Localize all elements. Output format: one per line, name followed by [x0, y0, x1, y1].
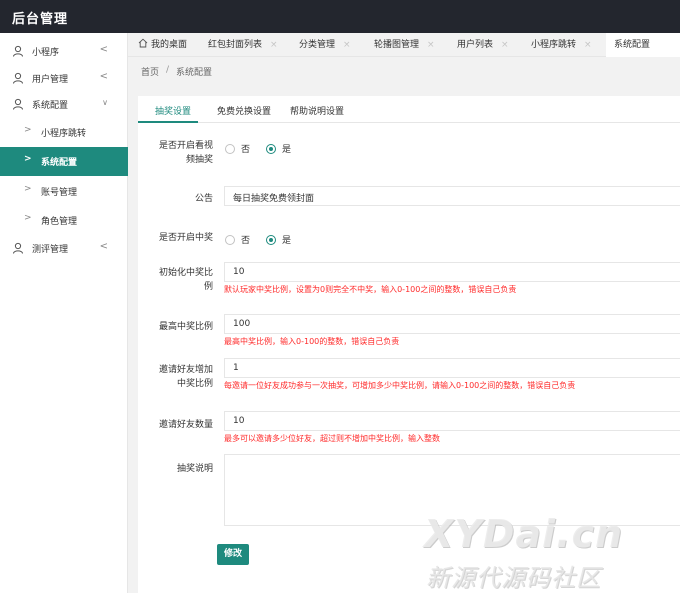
watermark-line2: 新源代源码社区 — [426, 564, 601, 592]
home-icon — [138, 38, 148, 48]
invite-increase-hint: 每邀请一位好友成功参与一次抽奖，可增加多少中奖比例，请输入0-100之间的整数，… — [224, 381, 576, 390]
label-lottery-desc: 抽奖说明 — [176, 464, 213, 474]
subtab-lottery[interactable]: 抽奖设置 — [155, 104, 191, 117]
chevron-down-icon: ∨ — [102, 98, 108, 107]
sidebar-item-label: 测评管理 — [32, 245, 69, 255]
radio-label: 否 — [241, 236, 251, 246]
watermark-line1: XYDai.cn — [424, 512, 624, 556]
sidebar-item-assessment[interactable]: 测评管理 < — [0, 234, 128, 262]
tab-categories[interactable]: 分类管理 × — [299, 33, 369, 57]
breadcrumb-separator: / — [166, 65, 170, 75]
tab-user-list[interactable]: 用户列表 × — [457, 33, 527, 57]
radio-video-lottery-yes[interactable]: 是 — [266, 142, 291, 155]
invite-count-input[interactable]: 10 — [224, 411, 680, 431]
sidebar-subitem-roles[interactable]: > 角色管理 — [0, 206, 128, 234]
label-invite-count: 邀请好友数量 — [158, 420, 213, 430]
tab-label: 小程序跳转 — [531, 40, 577, 50]
init-ratio-hint: 默认玩家中奖比例，设置为0则完全不中奖，输入0-100之间的整数，错误自己负责 — [224, 285, 517, 294]
max-ratio-input[interactable]: 100 — [224, 314, 680, 334]
tab-label: 用户列表 — [457, 40, 494, 50]
sidebar-subitem-system-config[interactable]: > 系统配置 — [0, 147, 128, 176]
max-ratio-hint: 最高中奖比例，输入0-100的整数，错误自己负责 — [224, 337, 400, 346]
tab-redpacket-covers[interactable]: 红包封面列表 × — [208, 33, 296, 57]
invite-count-hint: 最多可以邀请多少位好友，超过则不增加中奖比例，输入整数 — [224, 434, 440, 443]
radio-label: 否 — [241, 145, 251, 155]
chevron-right-icon: > — [24, 154, 32, 164]
chevron-right-icon: > — [24, 184, 32, 194]
chevron-left-icon: < — [99, 71, 108, 82]
subtab-help[interactable]: 帮助说明设置 — [290, 104, 344, 117]
breadcrumb-home[interactable]: 首页 — [141, 65, 159, 78]
radio-label: 是 — [282, 236, 292, 246]
label-invite-increase: 邀请好友增加中奖比例 — [158, 365, 213, 389]
sidebar-item-label: 角色管理 — [41, 217, 78, 227]
radio-circle — [225, 143, 235, 154]
radio-label: 是 — [282, 145, 292, 155]
notice-input[interactable]: 每日抽奖免费领封面 — [224, 186, 680, 206]
subtab-free-redeem[interactable]: 免费兑换设置 — [217, 104, 271, 117]
sidebar-item-label: 系统配置 — [32, 101, 69, 111]
close-icon[interactable]: × — [427, 40, 435, 50]
user-icon — [13, 98, 23, 110]
tab-label: 分类管理 — [299, 40, 336, 50]
sidebar-subitem-miniprogram-jump[interactable]: > 小程序跳转 — [0, 118, 128, 146]
submit-button[interactable]: 修改 — [217, 544, 249, 565]
radio-circle — [266, 234, 276, 245]
radio-video-lottery-no[interactable]: 否 — [225, 142, 250, 155]
sidebar-item-miniprogram[interactable]: 小程序 < — [0, 37, 128, 65]
init-ratio-input[interactable]: 10 — [224, 262, 680, 282]
top-bar: 后台管理 — [0, 0, 680, 33]
sidebar-item-users[interactable]: 用户管理 < — [0, 64, 128, 92]
close-icon[interactable]: × — [584, 40, 592, 50]
breadcrumb: 首页 / 系统配置 — [128, 57, 680, 87]
sidebar-item-label: 账号管理 — [41, 188, 78, 198]
tab-system-config[interactable]: 系统配置 — [606, 33, 680, 57]
chevron-left-icon: < — [99, 44, 108, 55]
active-subtab-indicator — [138, 121, 198, 123]
label-win-enabled: 是否开启中奖 — [158, 233, 213, 243]
radio-win-no[interactable]: 否 — [225, 233, 250, 246]
radio-circle — [225, 234, 235, 245]
user-icon — [13, 72, 23, 84]
tab-carousel[interactable]: 轮播图管理 × — [374, 33, 454, 57]
label-init-ratio: 初始化中奖比例 — [158, 268, 213, 292]
user-icon — [13, 242, 23, 254]
label-video-lottery: 是否开启看视频抽奖 — [158, 141, 213, 165]
breadcrumb-current: 系统配置 — [176, 68, 213, 78]
label-notice: 公告 — [194, 194, 213, 204]
tab-miniprogram-jump[interactable]: 小程序跳转 × — [531, 33, 606, 57]
user-icon — [13, 45, 23, 57]
invite-increase-input[interactable]: 1 — [224, 358, 680, 378]
tab-label: 轮播图管理 — [374, 40, 420, 50]
close-icon[interactable]: × — [501, 40, 509, 50]
label-max-ratio: 最高中奖比例 — [158, 322, 213, 332]
tab-desktop[interactable]: 我的桌面 — [138, 33, 204, 57]
sidebar-item-label: 用户管理 — [32, 75, 69, 85]
tab-bar: 我的桌面 红包封面列表 × 分类管理 × 轮播图管理 × 用户列表 × 小程序跳转 × 系… — [128, 33, 680, 57]
radio-win-yes[interactable]: 是 — [266, 233, 291, 246]
radio-circle — [266, 143, 276, 154]
sidebar-item-label: 小程序 — [32, 48, 60, 58]
chevron-left-icon: < — [99, 241, 108, 252]
sidebar: 小程序 < 用户管理 < 系统配置 ∨ > 小程序跳转 > 系统配置 > 账号管… — [0, 33, 128, 593]
settings-subtabs: 抽奖设置 免费兑换设置 帮助说明设置 — [138, 96, 680, 123]
chevron-right-icon: > — [24, 213, 32, 223]
sidebar-item-system-config[interactable]: 系统配置 ∨ — [0, 90, 128, 118]
sidebar-subitem-accounts[interactable]: > 账号管理 — [0, 177, 128, 205]
chevron-right-icon: > — [24, 125, 32, 135]
app-title: 后台管理 — [12, 12, 69, 27]
close-icon[interactable]: × — [270, 40, 278, 50]
close-icon[interactable]: × — [343, 40, 351, 50]
sidebar-item-label: 系统配置 — [41, 158, 78, 168]
watermark: XYDai.cn 新源代源码社区 — [424, 512, 664, 592]
tab-label: 系统配置 — [614, 40, 651, 50]
tab-label: 红包封面列表 — [208, 40, 263, 50]
sidebar-item-label: 小程序跳转 — [41, 129, 87, 139]
tab-label: 我的桌面 — [151, 40, 188, 50]
